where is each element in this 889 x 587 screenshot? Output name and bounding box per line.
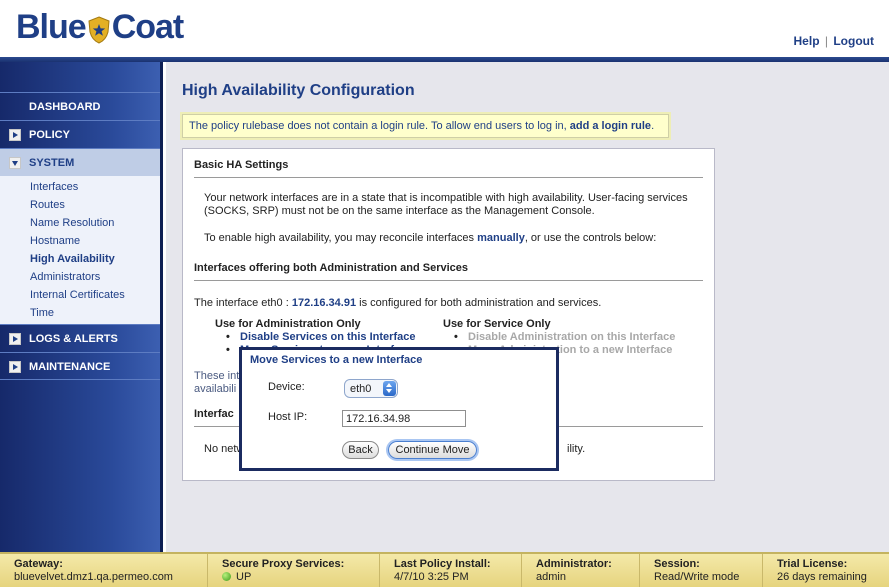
sidebar-item-system[interactable]: SYSTEM — [0, 148, 160, 176]
chevron-updown-icon — [383, 381, 396, 396]
sidebar-item-label: POLICY — [29, 129, 70, 141]
logo-text-left: Blue — [16, 8, 87, 46]
basic-ha-heading: Basic HA Settings — [194, 159, 703, 178]
logo-text-right: Coat — [111, 8, 185, 46]
submenu-item-hostname[interactable]: Hostname — [0, 232, 160, 250]
status-gateway: Gateway: bluevelvet.dmz1.qa.permeo.com — [0, 554, 173, 587]
interface-status-text: is configured for both administration an… — [359, 297, 602, 309]
submenu-item-routes[interactable]: Routes — [0, 196, 160, 214]
status-last-policy: Last Policy Install: 4/7/10 3:25 PM — [379, 554, 491, 587]
expand-arrow-icon — [9, 129, 21, 141]
sidebar-item-logs-alerts[interactable]: LOGS & ALERTS — [0, 324, 160, 352]
sidebar-item-label: MAINTENANCE — [29, 361, 111, 373]
header-links: Help | Logout — [794, 34, 874, 48]
sidebar-item-label: DASHBOARD — [29, 101, 101, 113]
add-login-rule-link[interactable]: add a login rule — [570, 120, 651, 132]
admin-only-heading: Use for Administration Only — [215, 318, 361, 330]
status-session-value: Read/Write mode — [654, 571, 740, 583]
status-proxy-services: Secure Proxy Services: UP — [207, 554, 344, 587]
status-admin-value: admin — [536, 571, 566, 583]
status-administrator: Administrator: admin — [521, 554, 612, 587]
logout-link[interactable]: Logout — [833, 34, 874, 48]
service-only-heading: Use for Service Only — [443, 318, 551, 330]
host-ip-label: Host IP: — [268, 411, 308, 423]
submenu-item-time[interactable]: Time — [0, 304, 160, 322]
interface-label: The interface eth0 : — [194, 297, 289, 309]
disable-administration-link: Disable Administration on this Interface — [454, 331, 675, 343]
badge-icon — [87, 14, 111, 44]
move-services-dialog: Move Services to a new Interface Device:… — [239, 347, 559, 471]
sidebar-item-policy[interactable]: POLICY — [0, 120, 160, 148]
status-proxy-label: Secure Proxy Services: — [222, 558, 345, 570]
host-ip-input[interactable] — [342, 410, 466, 427]
bluecoat-logo: Blue Coat — [16, 8, 185, 47]
status-admin-label: Administrator: — [536, 558, 612, 570]
manually-link[interactable]: manually — [477, 232, 525, 244]
status-session: Session: Read/Write mode — [639, 554, 739, 587]
sidebar-item-dashboard[interactable]: DASHBOARD — [0, 92, 160, 120]
status-proxy-value-wrap: UP — [222, 571, 344, 583]
status-up-icon — [222, 572, 231, 581]
reconcile-text: To enable high availability, you may rec… — [204, 232, 475, 244]
main-content: High Availability Configuration The poli… — [166, 62, 889, 552]
device-value: eth0 — [350, 383, 372, 395]
link-separator: | — [824, 34, 828, 48]
sidebar-item-label: SYSTEM — [29, 157, 75, 169]
status-bar: Gateway: bluevelvet.dmz1.qa.permeo.com S… — [0, 552, 889, 587]
submenu-item-internal-certificates[interactable]: Internal Certificates — [0, 286, 160, 304]
interfaces-heading: Interfaces offering both Administration … — [194, 262, 703, 281]
page-title: High Availability Configuration — [182, 82, 415, 99]
dialog-title: Move Services to a new Interface — [250, 354, 423, 366]
login-rule-notice: The policy rulebase does not contain a l… — [182, 114, 669, 138]
expand-arrow-icon — [9, 333, 21, 345]
continue-move-button[interactable]: Continue Move — [388, 441, 477, 459]
notice-text: The policy rulebase does not contain a l… — [189, 120, 567, 132]
no-network-end: ility. — [567, 443, 586, 455]
system-submenu: Interfaces Routes Name Resolution Hostna… — [0, 176, 160, 324]
submenu-item-high-availability[interactable]: High Availability — [0, 250, 160, 268]
device-label: Device: — [268, 381, 305, 393]
submenu-item-name-resolution[interactable]: Name Resolution — [0, 214, 160, 232]
sidebar: DASHBOARD POLICY SYSTEM Interfaces Route… — [0, 62, 163, 552]
status-trial-label: Trial License: — [777, 558, 848, 570]
status-session-label: Session: — [654, 558, 700, 570]
status-trial-value: 26 days remaining — [777, 571, 867, 583]
help-link[interactable]: Help — [794, 34, 820, 48]
status-policy-value: 4/7/10 3:25 PM — [394, 571, 469, 583]
expand-arrow-icon — [9, 361, 21, 373]
interface-status-line: The interface eth0 : 172.16.34.91 is con… — [194, 297, 703, 310]
reconcile-text-end: , or use the controls below: — [524, 232, 657, 244]
collapse-arrow-icon — [9, 157, 21, 169]
status-proxy-value: UP — [236, 571, 252, 583]
sidebar-item-maintenance[interactable]: MAINTENANCE — [0, 352, 160, 380]
reconcile-message: To enable high availability, you may rec… — [204, 232, 703, 245]
device-select[interactable]: eth0 — [344, 379, 398, 398]
status-gateway-label: Gateway: — [14, 558, 63, 570]
sidebar-item-label: LOGS & ALERTS — [29, 333, 118, 345]
status-trial-license: Trial License: 26 days remaining — [762, 554, 867, 587]
interface-ip: 172.16.34.91 — [291, 297, 357, 309]
incompatible-message: Your network interfaces are in a state t… — [204, 192, 688, 217]
header: Blue Coat Help | Logout — [0, 0, 889, 62]
submenu-item-administrators[interactable]: Administrators — [0, 268, 160, 286]
status-gateway-value: bluevelvet.dmz1.qa.permeo.com — [14, 571, 173, 583]
submenu-item-interfaces[interactable]: Interfaces — [0, 178, 160, 196]
disable-services-link[interactable]: Disable Services on this Interface — [226, 331, 416, 343]
back-button[interactable]: Back — [342, 441, 379, 459]
notice-period: . — [651, 120, 655, 132]
status-policy-label: Last Policy Install: — [394, 558, 491, 570]
